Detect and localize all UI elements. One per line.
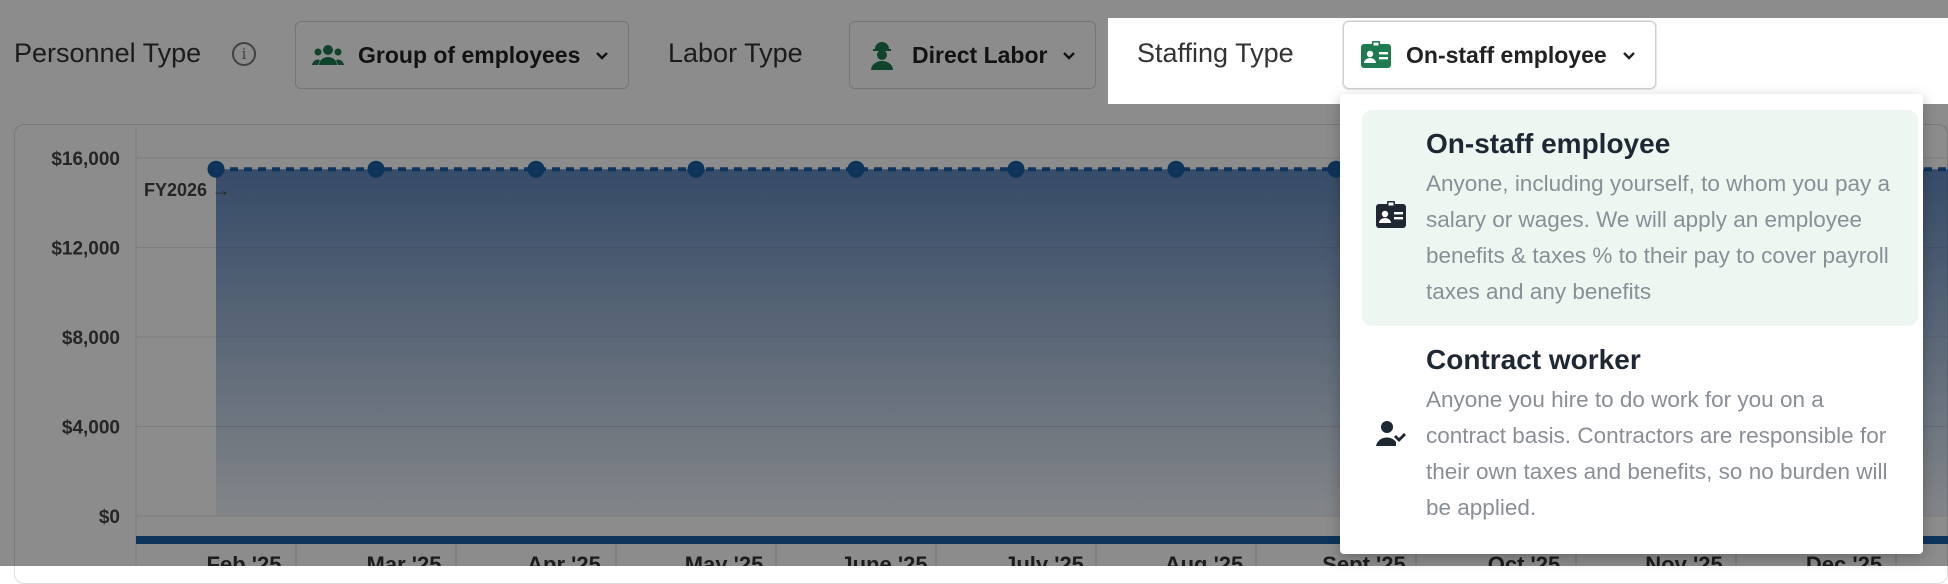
staffing-type-label: Staffing Type	[1137, 38, 1294, 68]
chevron-down-icon	[1622, 52, 1635, 60]
staffing-type-dropdown: On-staff employee Anyone, including your…	[1340, 94, 1923, 554]
option-contract-worker[interactable]: Contract worker Anyone you hire to do wo…	[1362, 326, 1918, 546]
staffing-type-value: On-staff employee	[1406, 41, 1607, 68]
option-description: Anyone, including yourself, to whom you …	[1426, 171, 1891, 304]
option-title: Contract worker	[1426, 344, 1641, 375]
id-badge-icon	[1374, 198, 1408, 232]
id-badge-icon	[1360, 39, 1392, 71]
staffing-type-select[interactable]: On-staff employee	[1343, 21, 1656, 89]
person-wrench-icon	[1374, 416, 1408, 450]
option-on-staff-employee[interactable]: On-staff employee Anyone, including your…	[1362, 110, 1918, 326]
option-title: On-staff employee	[1426, 128, 1671, 159]
option-description: Anyone you hire to do work for you on a …	[1426, 387, 1888, 520]
